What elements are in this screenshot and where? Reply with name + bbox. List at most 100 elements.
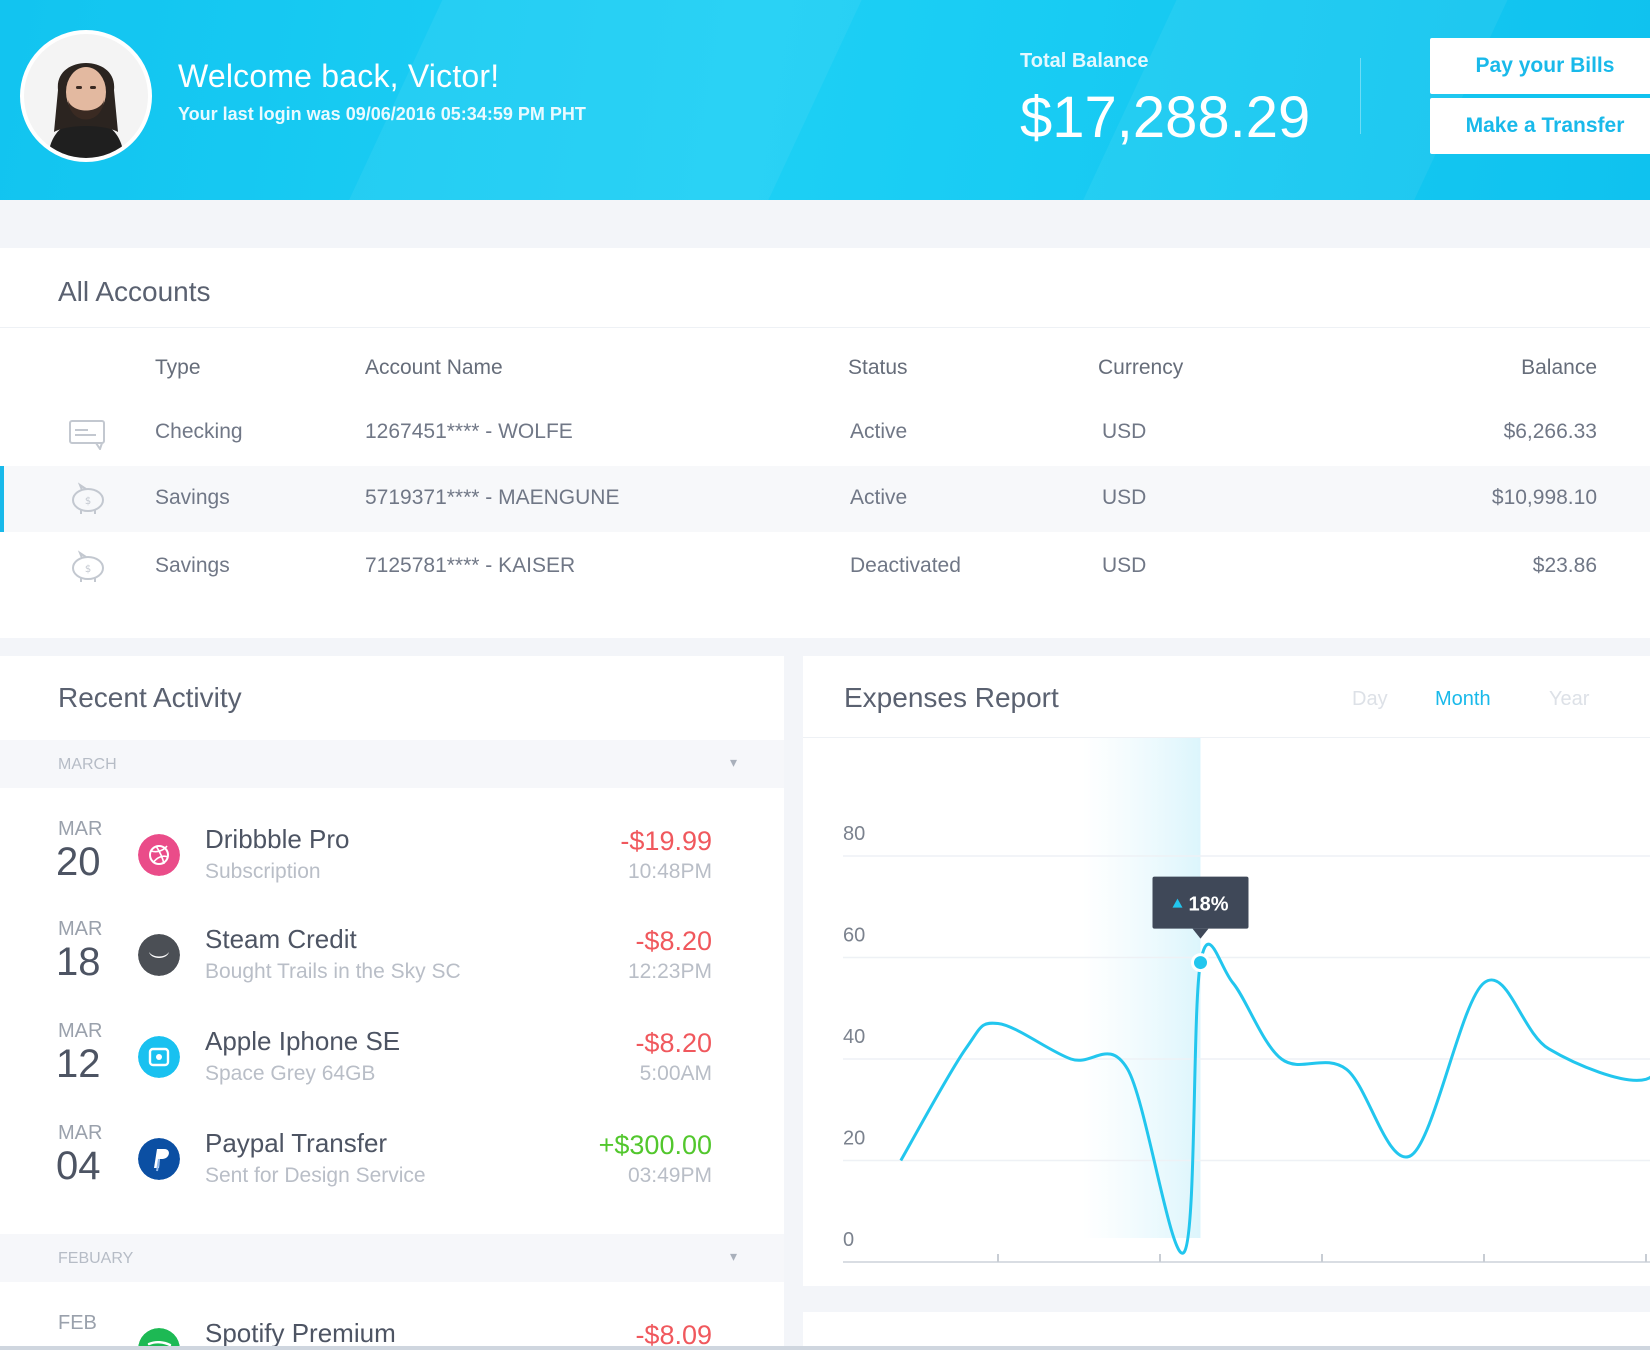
account-balance: $23.86 [1532,554,1597,577]
activity-time: 03:49PM [627,1164,712,1187]
activity-item[interactable]: MAR 18 Steam Credit Bought Trails in the… [0,918,784,1018]
chevron-down-icon[interactable]: ▾ [730,754,737,771]
piggy-bank-icon: $ [72,550,104,582]
account-currency: USD [1102,486,1147,509]
x-tick-label: 15 Mar [967,1283,1030,1286]
activity-time: 10:48PM [627,860,712,883]
account-currency: USD [1102,420,1147,443]
highlight-band [1082,738,1201,1238]
activity-subtitle: Bought Trails in the Sky SC [205,960,461,983]
account-type: Savings [155,486,230,509]
activity-item[interactable]: MAR 12 Apple Iphone SE Space Grey 64GB -… [0,1020,784,1120]
page-bottom-divider [0,1346,1650,1350]
all-accounts-title: All Accounts [58,276,211,307]
activity-month: FEB [58,1312,97,1334]
activity-day: 12 [56,1042,101,1086]
activity-month: MAR [58,1122,103,1144]
activity-name: Spotify Premium [205,1318,396,1348]
expenses-report-card: Expenses Report Day Month Year 0 20 40 60 80… [803,656,1650,1286]
column-header-balance[interactable]: Balance [1521,356,1597,380]
chevron-down-icon[interactable]: ▾ [730,1248,737,1265]
activity-name: Apple Iphone SE [205,1026,401,1056]
account-type: Checking [155,420,243,443]
activity-time: 12:23PM [627,960,712,983]
expenses-line-chart[interactable]: 0 20 40 60 80 15 Mar 30 Mar 15 Apr 30 Apr 15 M 18% [803,738,1650,1286]
tooltip-label: 18% [1188,894,1228,916]
y-tick-label: 40 [843,1026,865,1048]
data-point [1191,953,1210,973]
recent-activity-card: Recent Activity MARCH ▾ MAR 20 Dribbble … [0,656,784,1350]
lower-card [803,1312,1650,1350]
activity-month: MAR [58,1020,103,1042]
total-balance-value: $17,288.29 [1020,85,1311,150]
account-row[interactable]: Checking 1267451**** - WOLFE Active USD … [0,400,1650,466]
recent-activity-title: Recent Activity [58,682,242,713]
activity-item[interactable]: MAR 20 Dribbble Pro Subscription -$19.99… [0,818,784,918]
account-row[interactable]: $ Savings 7125781**** - KAISER Deactivat… [0,534,1650,600]
header-decoration [349,0,871,200]
check-icon [69,420,105,450]
header-banner: Welcome back, Victor! Your last login wa… [0,0,1650,200]
activity-day: 18 [56,940,101,984]
month-section-label: MARCH [58,756,117,773]
activity-amount: +$300.00 [598,1130,712,1160]
range-tab-year[interactable]: Year [1549,688,1589,711]
header-divider [1360,58,1361,134]
x-tick-label: 15 M [1624,1283,1650,1286]
piggy-bank-icon: $ [72,482,104,514]
last-login-text: Your last login was 09/06/2016 05:34:59 … [178,104,586,124]
account-status: Deactivated [850,554,961,577]
range-tab-month[interactable]: Month [1435,688,1491,711]
expenses-report-title: Expenses Report [844,682,1059,713]
account-name: 1267451**** - WOLFE [365,420,573,443]
account-currency: USD [1102,554,1147,577]
dribbble-icon [138,834,180,876]
account-status: Active [850,420,908,443]
account-type: Savings [155,554,230,577]
month-section-header[interactable]: MARCH ▾ [0,740,784,788]
activity-day: 20 [56,840,101,884]
activity-item[interactable]: MAR 04 Paypal Transfer Sent for Design S… [0,1122,784,1222]
account-row-selected[interactable]: $ Savings 5719371**** - MAENGUNE Active … [0,466,1650,532]
pay-bills-button[interactable]: Pay your Bills [1430,38,1650,94]
total-balance-label: Total Balance [1020,50,1149,72]
activity-item[interactable]: FEB Spotify Premium -$8.09 [0,1312,784,1350]
activity-day: 04 [56,1144,101,1188]
activity-amount: -$8.20 [635,1028,712,1058]
activity-month: MAR [58,918,103,940]
paypal-icon [138,1138,180,1180]
activity-amount: -$19.99 [620,826,712,856]
y-tick-label: 0 [843,1229,854,1251]
x-tick-label: 15 Apr [1293,1283,1351,1286]
account-name: 5719371**** - MAENGUNE [365,486,620,509]
activity-subtitle: Space Grey 64GB [205,1062,376,1085]
make-transfer-button[interactable]: Make a Transfer [1430,98,1650,154]
account-status: Active [850,486,908,509]
steam-icon [138,934,180,976]
activity-name: Paypal Transfer [205,1128,388,1158]
all-accounts-card: All Accounts Type Account Name Status Cu… [0,248,1650,638]
y-tick-label: 80 [843,823,865,845]
column-header-currency[interactable]: Currency [1098,356,1183,380]
column-header-type[interactable]: Type [155,356,201,380]
y-tick-label: 60 [843,925,865,947]
avatar[interactable] [20,30,152,162]
column-header-account-name[interactable]: Account Name [365,356,503,380]
expenses-report-header: Expenses Report Day Month Year [803,656,1650,738]
range-tab-day[interactable]: Day [1352,688,1388,711]
activity-subtitle: Sent for Design Service [205,1164,426,1187]
account-name: 7125781**** - KAISER [365,554,576,577]
month-section-label: FEBUARY [58,1250,134,1267]
account-balance: $10,998.10 [1491,486,1597,509]
column-header-status[interactable]: Status [848,356,908,380]
y-tick-label: 20 [843,1128,865,1150]
activity-month: MAR [58,818,103,840]
activity-amount: -$8.20 [635,926,712,956]
activity-name: Steam Credit [205,924,357,954]
month-section-header[interactable]: FEBUARY ▾ [0,1234,784,1282]
activity-time: 5:00AM [639,1062,712,1085]
x-tick-label: 30 Apr [1455,1283,1513,1286]
activity-subtitle: Subscription [205,860,321,883]
svg-text:$: $ [85,564,91,575]
user-portrait-icon [24,34,148,158]
